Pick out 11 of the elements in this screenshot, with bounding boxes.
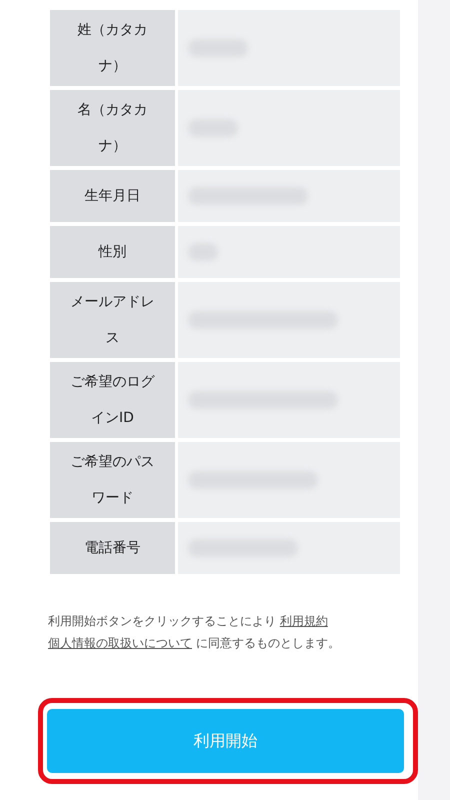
field-label: 名（カタカナ） [50, 90, 175, 166]
field-label: メールアドレス [50, 282, 175, 358]
field-label: ご希望のパスワード [50, 442, 175, 518]
policy-link[interactable]: 個人情報の取扱いについて [48, 636, 192, 650]
policy-link[interactable]: 利用規約 [280, 614, 328, 628]
field-label: 電話番号 [50, 522, 175, 574]
field-label: 生年月日 [50, 170, 175, 222]
field-label: 性別 [50, 226, 175, 278]
field-label: 姓（カタカナ） [50, 10, 175, 86]
field-label: ご希望のログインID [50, 362, 175, 438]
consent-text: 利用開始ボタンをクリックすることにより 利用規約 個人情報の取扱いについて に同意するものとします。 [48, 613, 341, 652]
